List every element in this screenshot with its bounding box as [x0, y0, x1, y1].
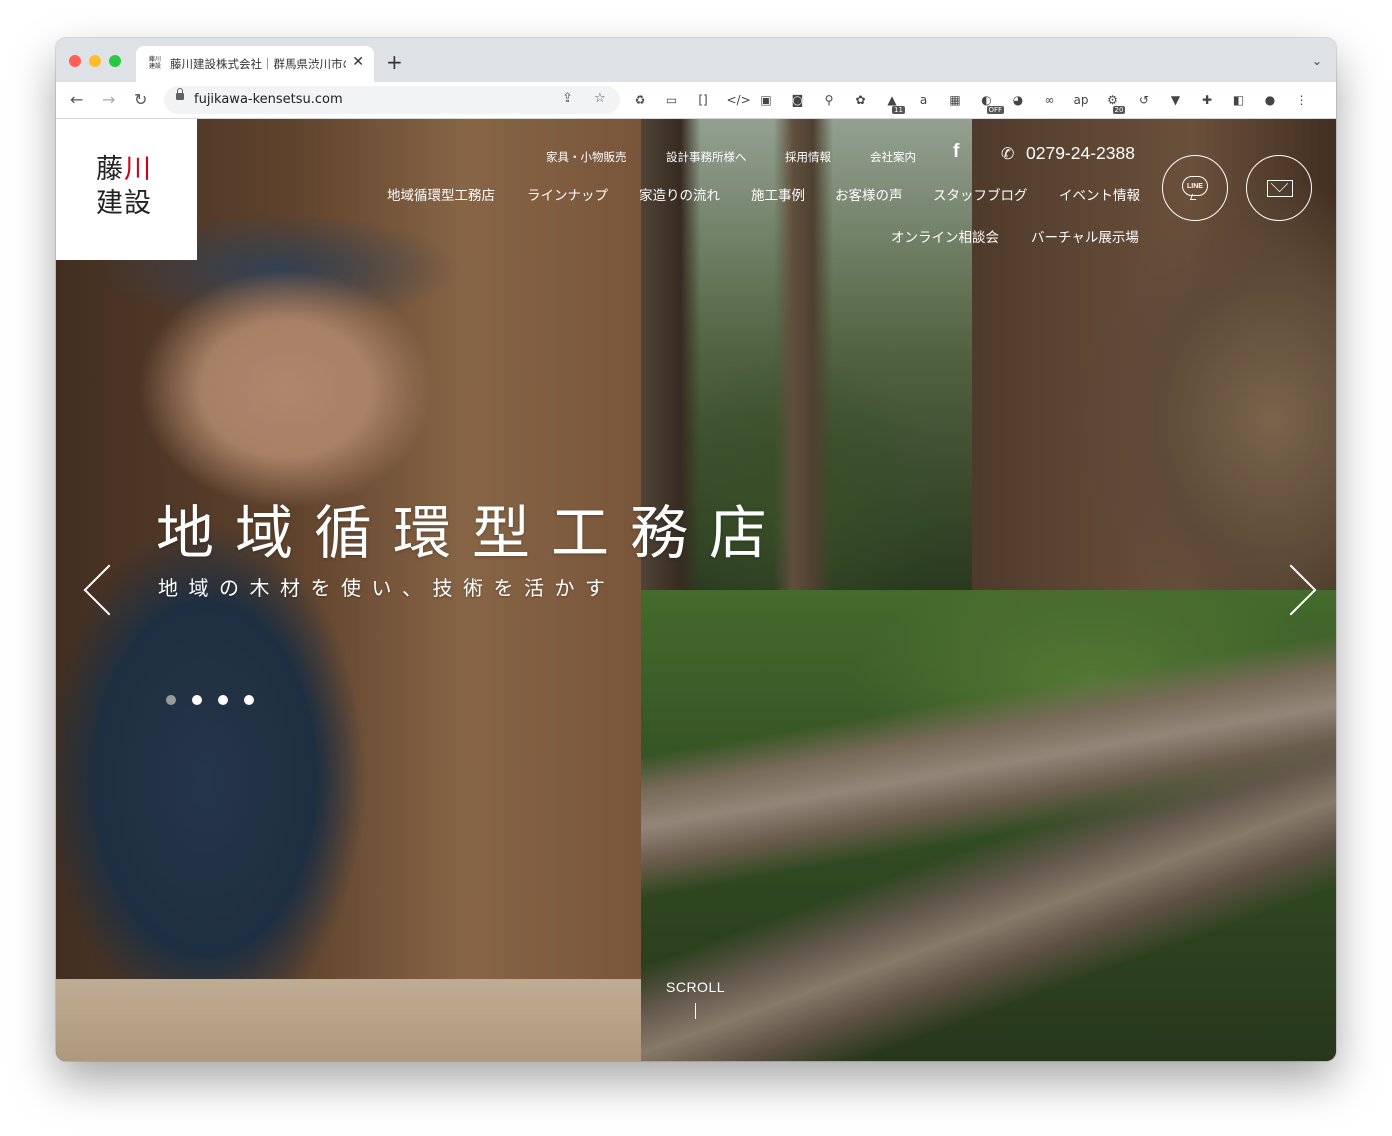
nav-for-architects[interactable]: 設計事務所様へ [666, 149, 747, 165]
slider-dot[interactable] [218, 695, 228, 705]
profile-icon[interactable]: ● [1262, 92, 1278, 108]
puzzle-icon[interactable]: ✚ [1199, 92, 1215, 108]
logo-line1: 藤川 [96, 155, 152, 185]
address-bar[interactable]: fujikawa-kensetsu.com ⇪ ☆ [164, 86, 620, 114]
phone-number[interactable]: 0279-24-2388 [1026, 143, 1135, 164]
nav-events[interactable]: イベント情報 [1059, 184, 1140, 204]
favicon-icon: 藤川 建設 [148, 56, 162, 70]
nav-lineup[interactable]: ラインナップ [527, 184, 608, 204]
nav-recruit[interactable]: 採用情報 [785, 149, 831, 165]
qr-code-icon[interactable]: ▦ [947, 92, 963, 108]
web-page: 藤川 建設 家具・小物販売 設計事務所様へ 採用情報 会社案内 f ✆ 0279… [56, 119, 1336, 1061]
lock-icon[interactable] [176, 88, 184, 100]
green-monster-icon[interactable]: ▣ [758, 92, 774, 108]
favicon-bottom: 建設 [148, 63, 161, 70]
gauge-badge: OFF [986, 106, 1005, 114]
tab-search-icon[interactable]: ⌄ [1312, 54, 1322, 68]
slider-dot[interactable] [244, 695, 254, 705]
close-tab-icon[interactable]: ✕ [352, 54, 364, 70]
graduation-cap-badge: 11 [892, 106, 905, 114]
site-logo[interactable]: 藤川 建設 [56, 119, 197, 260]
forward-icon[interactable]: → [102, 90, 115, 109]
tab-strip: 藤川 建設 藤川建設株式会社｜群馬県渋川市の ✕ + ⌄ [56, 38, 1336, 82]
history-icon[interactable]: ↺ [1136, 92, 1152, 108]
close-window-button[interactable] [69, 55, 81, 67]
new-tab-button[interactable]: + [386, 50, 403, 74]
camera-icon[interactable]: ◙ [790, 92, 806, 108]
screenshot-ext-icon[interactable]: ▭ [664, 92, 680, 108]
reload-icon[interactable]: ↻ [134, 90, 147, 109]
slider-dot[interactable] [192, 695, 202, 705]
gear-ext-badge: 20 [1112, 106, 1126, 114]
amazon-icon[interactable]: a [916, 92, 932, 108]
logo-char-kawa: 川 [124, 154, 152, 185]
link-icon[interactable]: ∞ [1042, 92, 1058, 108]
pin-icon[interactable]: ⚲ [821, 92, 837, 108]
nav-company[interactable]: 会社案内 [870, 149, 916, 165]
kebab-menu-icon[interactable]: ⋮ [1294, 92, 1310, 108]
recycle-icon[interactable]: ♻ [632, 92, 648, 108]
bracket-ext-icon[interactable]: [] [695, 92, 711, 108]
hero-title: 地域循環型工務店 [156, 499, 789, 567]
line-icon: LINE [1182, 176, 1208, 196]
scroll-indicator[interactable]: SCROLL [666, 979, 725, 995]
logo-char-fuji: 藤 [96, 154, 124, 185]
logo-line2: 建設 [96, 188, 152, 219]
mail-button[interactable] [1246, 155, 1312, 221]
browser-tab[interactable]: 藤川 建設 藤川建設株式会社｜群馬県渋川市の ✕ [136, 46, 374, 82]
nav-works[interactable]: 施工事例 [751, 184, 805, 204]
bookmark-star-icon[interactable]: ☆ [594, 91, 606, 106]
line-button[interactable]: LINE [1162, 155, 1228, 221]
nav-house-flow[interactable]: 家造りの流れ [639, 184, 720, 204]
tab-title: 藤川建設株式会社｜群馬県渋川市の [170, 57, 346, 71]
nav-staff-blog[interactable]: スタッフブログ [933, 184, 1028, 204]
phone-icon: ✆ [1001, 144, 1015, 163]
nav-furniture-sales[interactable]: 家具・小物販売 [546, 149, 627, 165]
browser-toolbar: ← → ↻ fujikawa-kensetsu.com ⇪ ☆ ♻ ▭ [] </> ▣… [56, 82, 1336, 119]
globe-icon[interactable]: ◕ [1010, 92, 1026, 108]
nav-virtual-showroom[interactable]: バーチャル展示場 [1031, 226, 1139, 246]
color-wheel-icon[interactable]: ✿ [853, 92, 869, 108]
ap-icon[interactable]: ap [1073, 92, 1089, 108]
sidebar-icon[interactable]: ◧ [1231, 92, 1247, 108]
maximize-window-button[interactable] [109, 55, 121, 67]
back-icon[interactable]: ← [70, 90, 83, 109]
favicon-top: 藤川 [148, 56, 161, 63]
scroll-line [695, 1003, 696, 1019]
minimize-window-button[interactable] [89, 55, 101, 67]
nav-testimonials[interactable]: お客様の声 [835, 184, 903, 204]
url-text[interactable]: fujikawa-kensetsu.com [194, 92, 343, 107]
facebook-icon[interactable]: f [953, 141, 959, 163]
code-ext-icon[interactable]: </> [727, 92, 751, 108]
vee-icon[interactable]: ▼ [1168, 92, 1184, 108]
share-icon[interactable]: ⇪ [562, 91, 573, 106]
nav-online-consult[interactable]: オンライン相談会 [891, 226, 999, 246]
nav-regional-builder[interactable]: 地域循環型工務店 [387, 184, 495, 204]
mail-icon [1267, 180, 1293, 197]
hero-subtitle: 地域の木材を使い、技術を活かす [158, 576, 616, 600]
browser-window: 藤川 建設 藤川建設株式会社｜群馬県渋川市の ✕ + ⌄ ← → ↻ fujik… [56, 38, 1336, 1061]
slider-dot[interactable] [166, 695, 176, 705]
